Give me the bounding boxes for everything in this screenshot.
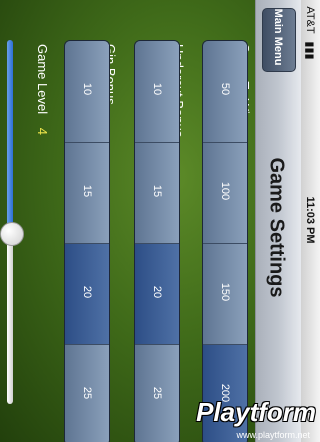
score-option-50[interactable]: 50 xyxy=(203,41,247,142)
main-menu-button-label: Main Menu xyxy=(272,8,284,66)
score-option-100[interactable]: 100 xyxy=(203,142,247,244)
settings-screen: AT&T ▮▮▮ 11:03 PM ▭ Game Settings Main M… xyxy=(0,0,320,442)
time-label: 11:03 PM xyxy=(304,196,316,244)
undercut-option-20[interactable]: 20 xyxy=(135,243,179,345)
signal-icon: ▮▮▮ xyxy=(303,41,316,60)
playtform-watermark: Playtform www.playtform.net xyxy=(156,397,316,440)
status-bar: AT&T ▮▮▮ 11:03 PM ▭ xyxy=(300,0,320,442)
undercut-option-15[interactable]: 15 xyxy=(135,142,179,244)
watermark-brand: Playtform xyxy=(196,397,316,427)
watermark-url: www.playtform.net xyxy=(236,430,310,440)
game-level-value: 4 xyxy=(35,127,50,135)
page-title: Game Settings xyxy=(265,157,288,298)
slider-track-empty[interactable] xyxy=(7,234,13,404)
gin-bonus-segmented: 10 15 20 25 xyxy=(64,40,110,442)
main-menu-button[interactable]: Main Menu xyxy=(262,8,296,72)
gin-option-25[interactable]: 25 xyxy=(65,344,109,442)
game-level-label: Game Level 4 xyxy=(35,44,50,135)
score-option-150[interactable]: 150 xyxy=(203,243,247,345)
score-to-win-segmented: 50 100 150 200 xyxy=(202,40,248,442)
carrier-label: AT&T xyxy=(304,6,316,34)
slider-thumb[interactable] xyxy=(0,222,24,246)
undercut-option-10[interactable]: 10 xyxy=(135,41,179,142)
gin-option-10[interactable]: 10 xyxy=(65,41,109,142)
gin-option-15[interactable]: 15 xyxy=(65,142,109,244)
undercut-bonus-segmented: 10 15 20 25 xyxy=(134,40,180,442)
slider-track-filled[interactable] xyxy=(7,40,13,234)
gin-option-20[interactable]: 20 xyxy=(65,243,109,345)
